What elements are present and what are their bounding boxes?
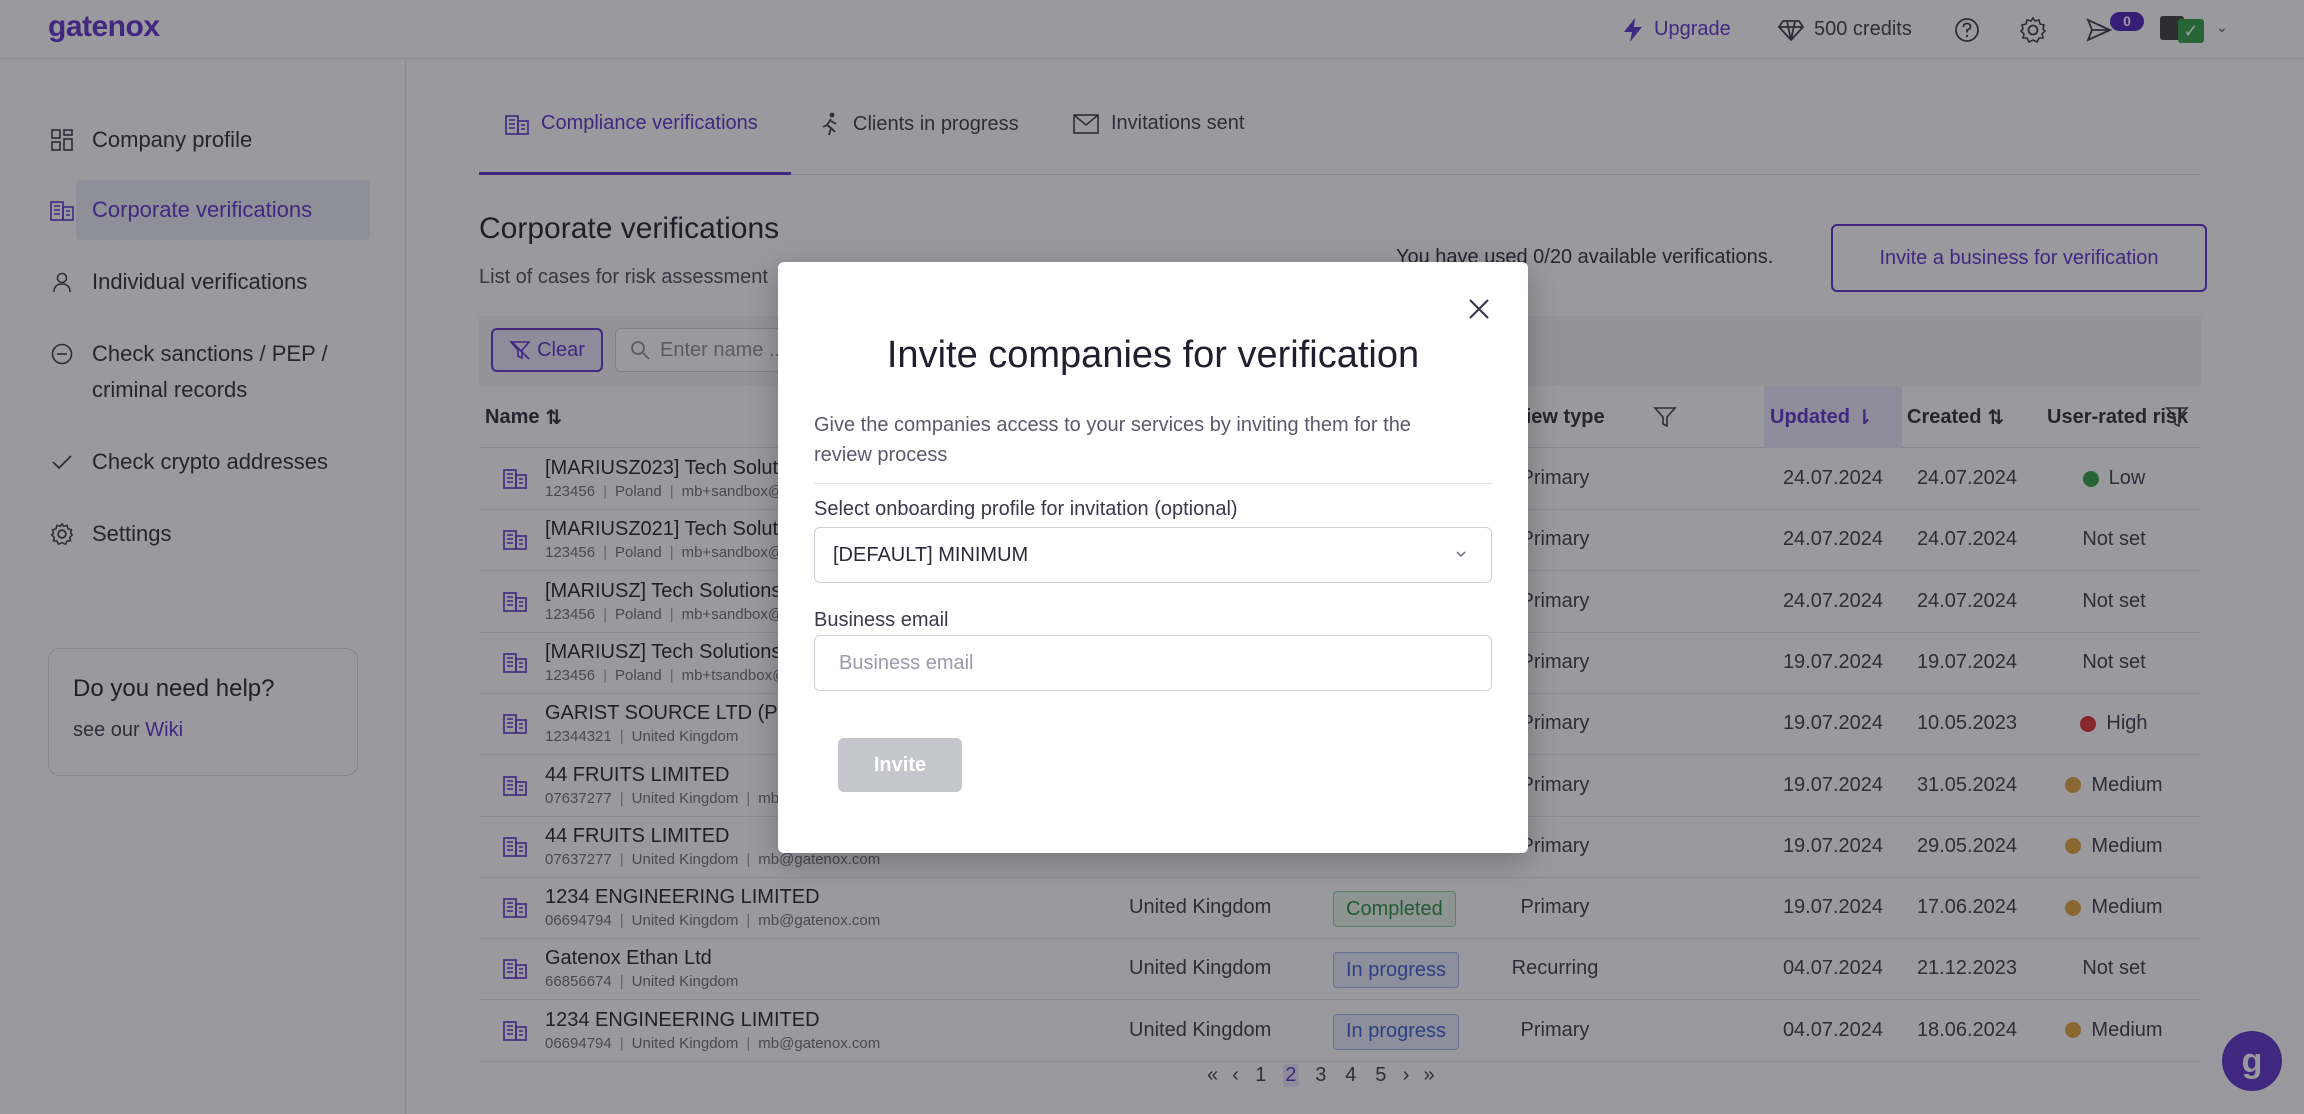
profile-select-value: [DEFAULT] MINIMUM	[833, 543, 1029, 566]
chevron-down-icon	[1456, 551, 1466, 558]
invite-modal: Invite companies for verification Give t…	[778, 262, 1528, 853]
profile-select-label: Select onboarding profile for invitation…	[814, 498, 1238, 520]
email-field-label: Business email	[814, 609, 949, 631]
onboarding-profile-select[interactable]: [DEFAULT] MINIMUM	[814, 527, 1492, 583]
modal-description: Give the companies access to your servic…	[814, 414, 1411, 466]
business-email-field[interactable]	[814, 635, 1492, 691]
invite-button[interactable]: Invite	[838, 738, 962, 792]
modal-title: Invite companies for verification	[886, 334, 1420, 376]
close-icon[interactable]	[1464, 294, 1494, 324]
modal-divider	[814, 483, 1492, 484]
